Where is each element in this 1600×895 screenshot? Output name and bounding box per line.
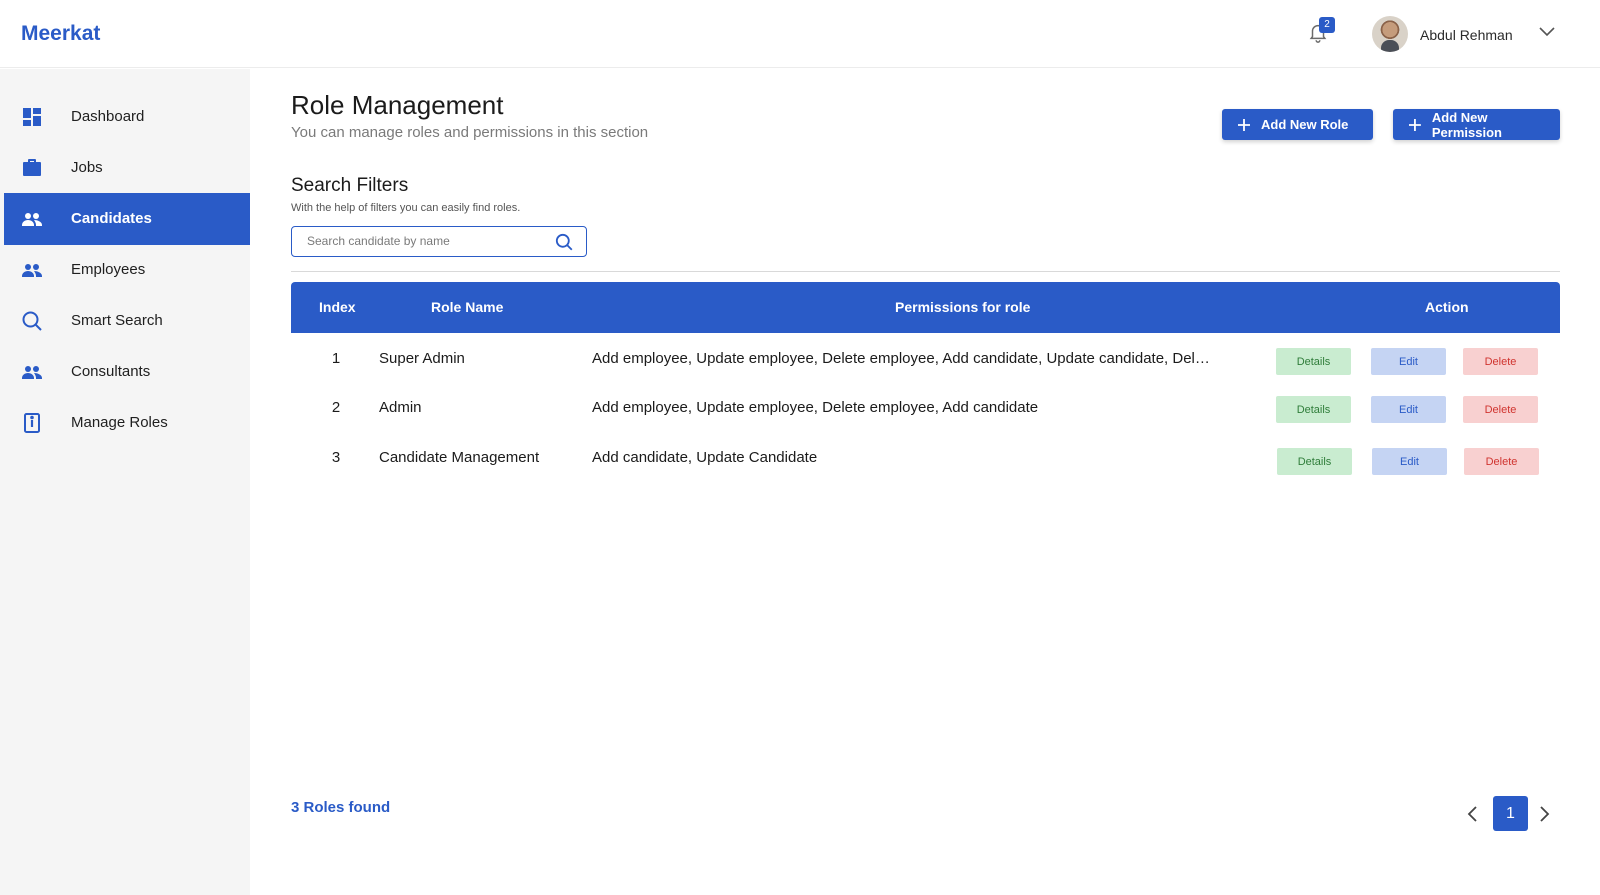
column-header-index: Index xyxy=(319,299,356,315)
app-logo[interactable]: Meerkat xyxy=(21,22,100,46)
row-index: 2 xyxy=(331,399,341,416)
search-box xyxy=(291,226,587,257)
sidebar-item-label: Candidates xyxy=(71,210,152,227)
sidebar-item-smart-search[interactable]: Smart Search xyxy=(4,295,250,347)
avatar[interactable] xyxy=(1372,16,1408,52)
people-icon xyxy=(22,213,42,226)
sidebar: Dashboard Jobs Candidates Employees Smar… xyxy=(0,69,250,895)
sidebar-item-label: Consultants xyxy=(71,363,151,380)
edit-button[interactable]: Edit xyxy=(1371,396,1446,423)
sidebar-item-consultants[interactable]: Consultants xyxy=(4,346,250,398)
chevron-down-icon[interactable] xyxy=(1538,26,1556,38)
role-permissions: Add employee, Update employee, Delete em… xyxy=(592,350,1212,367)
details-button[interactable]: Details xyxy=(1276,348,1351,375)
role-permissions: Add employee, Update employee, Delete em… xyxy=(592,399,1039,416)
top-bar: Meerkat 2 Abdul Rehman xyxy=(0,0,1600,68)
search-icon xyxy=(22,311,42,331)
details-button[interactable]: Details xyxy=(1277,448,1352,475)
delete-button[interactable]: Delete xyxy=(1463,396,1538,423)
id-card-icon xyxy=(24,413,40,433)
plus-icon xyxy=(1238,118,1250,131)
pagination-page-current[interactable]: 1 xyxy=(1493,796,1528,831)
sidebar-item-label: Employees xyxy=(71,261,146,278)
chevron-left-icon[interactable] xyxy=(1466,805,1480,823)
table-header: Index Role Name Permissions for role Act… xyxy=(291,282,1560,333)
table-row: 3 Candidate Management Add candidate, Up… xyxy=(291,435,1560,485)
sidebar-item-jobs[interactable]: Jobs xyxy=(4,142,250,194)
sidebar-item-dashboard[interactable]: Dashboard xyxy=(4,91,250,143)
add-new-role-button[interactable]: Add New Role xyxy=(1222,109,1373,140)
page-subtitle: You can manage roles and permissions in … xyxy=(291,124,649,141)
delete-button[interactable]: Delete xyxy=(1463,348,1538,375)
people-icon xyxy=(22,366,42,379)
user-name[interactable]: Abdul Rehman xyxy=(1420,27,1513,43)
add-new-permission-button[interactable]: Add New Permission xyxy=(1393,109,1560,140)
dashboard-icon xyxy=(23,108,41,126)
role-name: Admin xyxy=(379,399,422,416)
role-name: Candidate Management xyxy=(379,449,540,466)
page-title: Role Management xyxy=(291,90,504,120)
sidebar-item-label: Smart Search xyxy=(71,312,163,329)
role-name: Super Admin xyxy=(379,350,465,367)
search-filters-subtitle: With the help of filters you can easily … xyxy=(291,202,521,214)
column-header-permissions: Permissions for role xyxy=(895,299,1031,315)
edit-button[interactable]: Edit xyxy=(1371,348,1446,375)
people-icon xyxy=(22,264,42,277)
delete-button[interactable]: Delete xyxy=(1464,448,1539,475)
sidebar-item-label: Dashboard xyxy=(71,108,145,125)
add-new-permission-label: Add New Permission xyxy=(1431,109,1502,140)
sidebar-item-manage-roles[interactable]: Manage Roles xyxy=(4,397,250,449)
sidebar-item-candidates[interactable]: Candidates xyxy=(4,193,250,245)
sidebar-item-employees[interactable]: Employees xyxy=(4,244,250,296)
table-row: 1 Super Admin Add employee, Update emplo… xyxy=(291,335,1560,385)
details-button[interactable]: Details xyxy=(1276,396,1351,423)
search-filters-title: Search Filters xyxy=(291,175,409,196)
role-permissions: Add candidate, Update Candidate xyxy=(592,449,818,466)
row-index: 1 xyxy=(331,350,341,367)
edit-button[interactable]: Edit xyxy=(1372,448,1447,475)
divider xyxy=(291,271,1560,272)
briefcase-icon xyxy=(23,159,41,176)
sidebar-item-label: Manage Roles xyxy=(71,414,168,431)
table-row: 2 Admin Add employee, Update employee, D… xyxy=(291,385,1560,435)
roles-found-count: 3 Roles found xyxy=(291,799,391,816)
column-header-action: Action xyxy=(1425,299,1469,315)
add-new-role-label: Add New Role xyxy=(1261,117,1349,132)
notification-badge: 2 xyxy=(1319,17,1335,33)
search-input[interactable] xyxy=(307,234,547,248)
column-header-role-name: Role Name xyxy=(431,299,504,315)
row-index: 3 xyxy=(331,449,341,466)
search-icon[interactable] xyxy=(555,233,573,251)
chevron-right-icon[interactable] xyxy=(1537,805,1551,823)
plus-icon xyxy=(1408,118,1421,131)
sidebar-item-label: Jobs xyxy=(71,159,103,176)
